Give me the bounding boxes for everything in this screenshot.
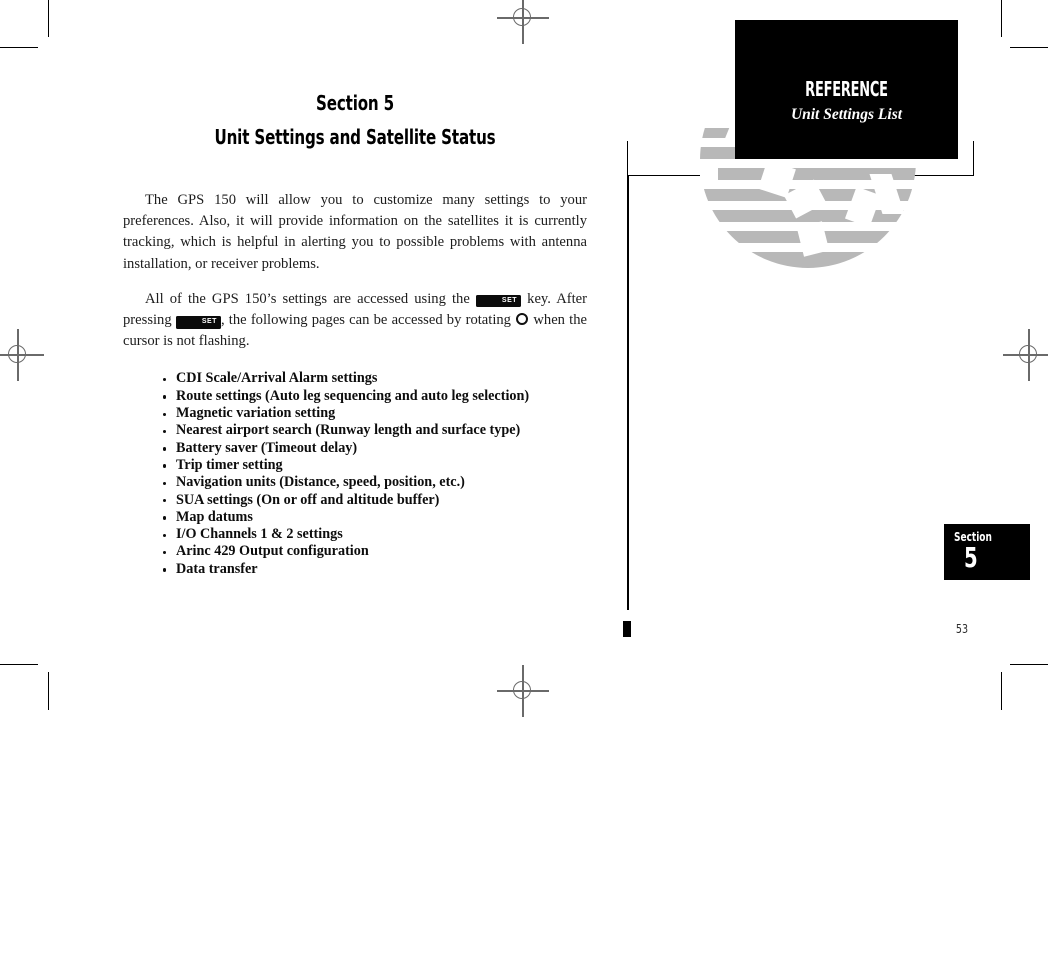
sidebar-vertical-rule [627,175,629,610]
registration-crosshair-vertical [522,0,524,44]
list-item: Nearest airport search (Runway length an… [123,422,587,439]
list-item: Magnetic variation setting [123,405,587,422]
list-item: Data transfer [123,561,587,578]
reference-header-block: REFERENCE Unit Settings List [735,20,958,159]
bullet-icon [163,499,167,503]
page-title: Unit Settings and Satellite Status [214,125,496,149]
page-number: 53 [955,621,969,636]
list-item-label: Nearest airport search (Runway length an… [176,422,521,439]
bullet-icon [163,550,167,555]
list-item: Route settings (Auto leg sequencing and … [123,388,587,405]
crop-mark-bottom-right-horizontal [1010,664,1048,666]
list-item: Arinc 429 Output configuration [123,543,587,560]
bullet-icon [163,377,167,382]
list-item: Battery saver (Timeout delay) [123,440,587,457]
list-item-label: SUA settings (On or off and altitude buf… [176,491,440,508]
reference-kicker: REFERENCE [805,77,888,101]
crop-mark-top-left-horizontal [0,47,38,49]
list-item: CDI Scale/Arrival Alarm settings [123,370,587,387]
globe-landmass [700,164,718,186]
bullet-icon [163,447,167,451]
crop-mark-bottom-left-horizontal [0,664,38,666]
list-item: Trip timer setting [123,457,587,474]
reference-subtitle: Unit Settings List [790,106,903,123]
registration-target-bottom [497,665,549,717]
list-item: SUA settings (On or off and altitude buf… [123,492,587,509]
bullet-icon [163,412,167,416]
rotate-knob-icon [516,313,529,326]
bullet-icon [163,395,167,399]
crop-mark-top-left-vertical [48,0,50,37]
bullet-icon [163,481,167,486]
intro-paragraph: The GPS 150 will allow you to customize … [123,192,587,272]
list-item-label: Map datums [176,508,253,525]
section-number-title: Section 5 [315,91,395,115]
list-item-label: Battery saver (Timeout delay) [176,439,358,456]
list-item: Navigation units (Distance, speed, posit… [123,474,587,491]
access-paragraph: All of the GPS 150’s settings are access… [123,289,587,353]
access-text-1: All of the GPS 150’s settings are access… [145,290,476,307]
list-item-label: CDI Scale/Arrival Alarm settings [176,370,378,387]
list-item-label: Arinc 429 Output configuration [176,543,369,560]
bullet-icon [163,568,167,572]
crop-mark-top-right-vertical [1001,0,1003,37]
crop-mark-bottom-left-vertical [48,672,50,710]
settings-list: CDI Scale/Arrival Alarm settings Route s… [123,370,587,578]
manual-page: { "page": { "number": "53", "section_tab… [0,0,1048,954]
access-text-3: , the following pages can be accessed by… [220,312,516,329]
registration-target-right [1003,329,1048,381]
list-item: I/O Channels 1 & 2 settings [123,526,587,543]
registration-target-left [0,329,44,381]
bullet-icon [163,516,167,520]
list-item: Map datums [123,509,587,526]
bullet-icon [163,464,167,468]
list-item-label: Magnetic variation setting [176,405,336,422]
section-tab-number: 5 [964,541,978,574]
registration-crosshair-horizontal [0,354,44,356]
registration-target-top [497,0,549,44]
list-item-label: Data transfer [176,560,258,577]
footer-square-marker [623,621,631,637]
bullet-icon [163,429,167,434]
list-item-label: Navigation units (Distance, speed, posit… [176,474,465,491]
bullet-icon [163,533,167,537]
set-key-icon: SET [175,316,221,329]
set-key-icon: SET [475,294,522,308]
section-thumb-tab: Section 5 [944,524,1030,580]
list-item-label: I/O Channels 1 & 2 settings [176,526,343,543]
registration-crosshair-horizontal [497,690,549,692]
registration-crosshair-horizontal [1003,354,1048,356]
globe-stripe [700,159,916,168]
list-item-label: Trip timer setting [176,456,283,473]
list-item-label: Route settings (Auto leg sequencing and … [176,387,530,404]
crop-mark-top-right-horizontal [1010,47,1048,49]
crop-mark-bottom-right-vertical [1001,672,1003,710]
page-content: Section 5 Unit Settings and Satellite St… [123,86,587,578]
registration-crosshair-horizontal [497,17,549,19]
